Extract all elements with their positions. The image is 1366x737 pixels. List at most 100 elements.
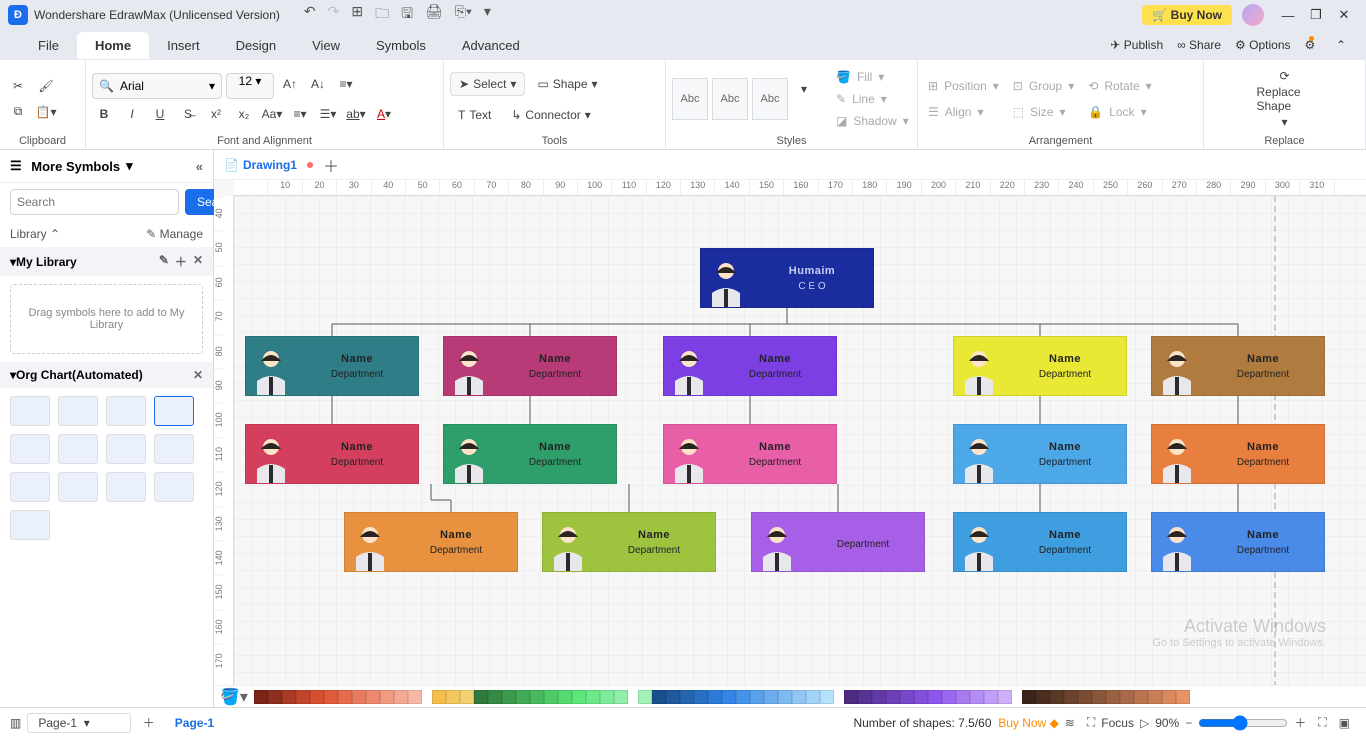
color-swatch[interactable]: [722, 690, 736, 704]
org-thumb-3[interactable]: [106, 396, 146, 426]
color-swatch[interactable]: [1148, 690, 1162, 704]
add-page-button[interactable]: ＋: [143, 714, 155, 731]
group-tool[interactable]: ⊡ Group ▾: [1009, 77, 1078, 95]
org-node[interactable]: NameDepartment: [953, 424, 1127, 484]
size-tool[interactable]: ⬚ Size ▾: [1009, 103, 1078, 121]
org-node[interactable]: NameDepartment: [542, 512, 716, 572]
color-swatch[interactable]: [380, 690, 394, 704]
color-swatch[interactable]: [310, 690, 324, 704]
replace-shape-tool[interactable]: ⟳Replace Shape▾: [1257, 69, 1313, 129]
org-node[interactable]: NameDepartment: [443, 336, 617, 396]
notification-icon[interactable]: ⚙: [1305, 38, 1322, 52]
color-swatch[interactable]: [638, 690, 652, 704]
color-swatch[interactable]: [820, 690, 834, 704]
style-preset-2[interactable]: Abc: [712, 78, 748, 120]
color-swatch[interactable]: [778, 690, 792, 704]
org-thumb-6[interactable]: [58, 434, 98, 464]
shadow-tool[interactable]: ◪ Shadow ▾: [832, 112, 913, 130]
color-swatch[interactable]: [394, 690, 408, 704]
org-node[interactable]: NameDepartment: [344, 512, 518, 572]
org-node[interactable]: NameDepartment: [663, 336, 837, 396]
color-swatch[interactable]: [1092, 690, 1106, 704]
color-swatch[interactable]: [998, 690, 1012, 704]
ribbon-collapse-icon[interactable]: ⌃: [1336, 38, 1346, 52]
menu-home[interactable]: Home: [77, 32, 149, 59]
color-swatch[interactable]: [844, 690, 858, 704]
new-doc-tab[interactable]: ＋: [323, 153, 339, 177]
zoom-slider[interactable]: [1198, 715, 1288, 731]
color-swatch[interactable]: [408, 690, 422, 704]
focus-label[interactable]: Focus: [1101, 716, 1134, 730]
color-swatch[interactable]: [352, 690, 366, 704]
orgchart-panel[interactable]: Org Chart(Automated): [16, 368, 143, 382]
maximize-button[interactable]: ❐: [1302, 7, 1330, 23]
org-node[interactable]: NameDepartment: [245, 424, 419, 484]
color-swatch[interactable]: [296, 690, 310, 704]
menu-file[interactable]: File: [20, 32, 77, 59]
save-icon[interactable]: 🖫: [401, 3, 413, 27]
color-swatch[interactable]: [338, 690, 352, 704]
active-page-name[interactable]: Page-1: [175, 716, 214, 730]
options-button[interactable]: ⚙ Options: [1235, 38, 1290, 52]
color-swatch[interactable]: [708, 690, 722, 704]
align-vert-icon[interactable]: ≡▾: [334, 73, 358, 95]
cut-icon[interactable]: ✂: [6, 75, 30, 97]
bold-icon[interactable]: B: [92, 103, 116, 125]
mylib-panel[interactable]: My Library: [16, 255, 77, 269]
fill-tool[interactable]: 🪣 Fill ▾: [832, 68, 913, 86]
color-swatch[interactable]: [1078, 690, 1092, 704]
color-swatch[interactable]: [544, 690, 558, 704]
color-swatch[interactable]: [268, 690, 282, 704]
user-avatar[interactable]: [1242, 4, 1264, 26]
layout-icon[interactable]: ▥: [10, 716, 21, 730]
org-node-ceo[interactable]: HumaimC E O: [700, 248, 874, 308]
color-palette[interactable]: 🪣▾: [214, 685, 1366, 707]
color-swatch[interactable]: [1064, 690, 1078, 704]
page-selector[interactable]: Page-1 ▾: [27, 713, 130, 733]
color-swatch[interactable]: [446, 690, 460, 704]
color-swatch[interactable]: [942, 690, 956, 704]
color-swatch[interactable]: [1134, 690, 1148, 704]
color-swatch[interactable]: [474, 690, 488, 704]
export-icon[interactable]: ⎘▾: [455, 3, 472, 27]
color-swatch[interactable]: [900, 690, 914, 704]
italic-icon[interactable]: I: [120, 103, 144, 125]
mylib-close-icon[interactable]: ✕: [193, 253, 203, 270]
org-node[interactable]: NameDepartment: [663, 424, 837, 484]
color-swatch[interactable]: [1050, 690, 1064, 704]
focus-icon[interactable]: ⛶: [1087, 715, 1095, 730]
org-thumb-9[interactable]: [10, 472, 50, 502]
canvas[interactable]: HumaimC E O NameDepartment NameDepartmen…: [234, 196, 1366, 707]
paste-icon[interactable]: 📋▾: [34, 101, 58, 123]
position-tool[interactable]: ⊞ Position ▾: [924, 77, 1003, 95]
text-tool[interactable]: T Text: [450, 104, 499, 126]
color-swatch[interactable]: [516, 690, 530, 704]
color-swatch[interactable]: [366, 690, 380, 704]
color-swatch[interactable]: [614, 690, 628, 704]
copy-format-icon[interactable]: 🖌: [34, 75, 58, 97]
style-preset-3[interactable]: Abc: [752, 78, 788, 120]
org-thumb-10[interactable]: [58, 472, 98, 502]
buy-now-button[interactable]: 🛒 Buy Now: [1142, 5, 1232, 25]
share-button[interactable]: ∞ Share: [1177, 38, 1221, 52]
orgchart-close-icon[interactable]: ✕: [193, 368, 203, 382]
color-swatch[interactable]: [984, 690, 998, 704]
menu-insert[interactable]: Insert: [149, 32, 218, 59]
new-icon[interactable]: ⊞: [351, 3, 363, 27]
color-swatch[interactable]: [792, 690, 806, 704]
strike-icon[interactable]: S̶: [176, 103, 200, 125]
color-swatch[interactable]: [1106, 690, 1120, 704]
shape-tool[interactable]: ▭ Shape ▾: [529, 72, 605, 96]
document-tab[interactable]: 📄 Drawing1: [224, 158, 313, 172]
mylib-edit-icon[interactable]: ✎: [159, 253, 169, 270]
rotate-tool[interactable]: ⟲ Rotate ▾: [1084, 77, 1155, 95]
color-swatch[interactable]: [914, 690, 928, 704]
color-swatch[interactable]: [558, 690, 572, 704]
close-button[interactable]: ✕: [1330, 7, 1358, 23]
color-swatch[interactable]: [1162, 690, 1176, 704]
select-tool[interactable]: ➤ Select ▾: [450, 72, 525, 96]
bullets-icon[interactable]: ☰▾: [316, 103, 340, 125]
color-swatch[interactable]: [736, 690, 750, 704]
color-swatch[interactable]: [764, 690, 778, 704]
open-icon[interactable]: 🗀: [375, 3, 389, 27]
